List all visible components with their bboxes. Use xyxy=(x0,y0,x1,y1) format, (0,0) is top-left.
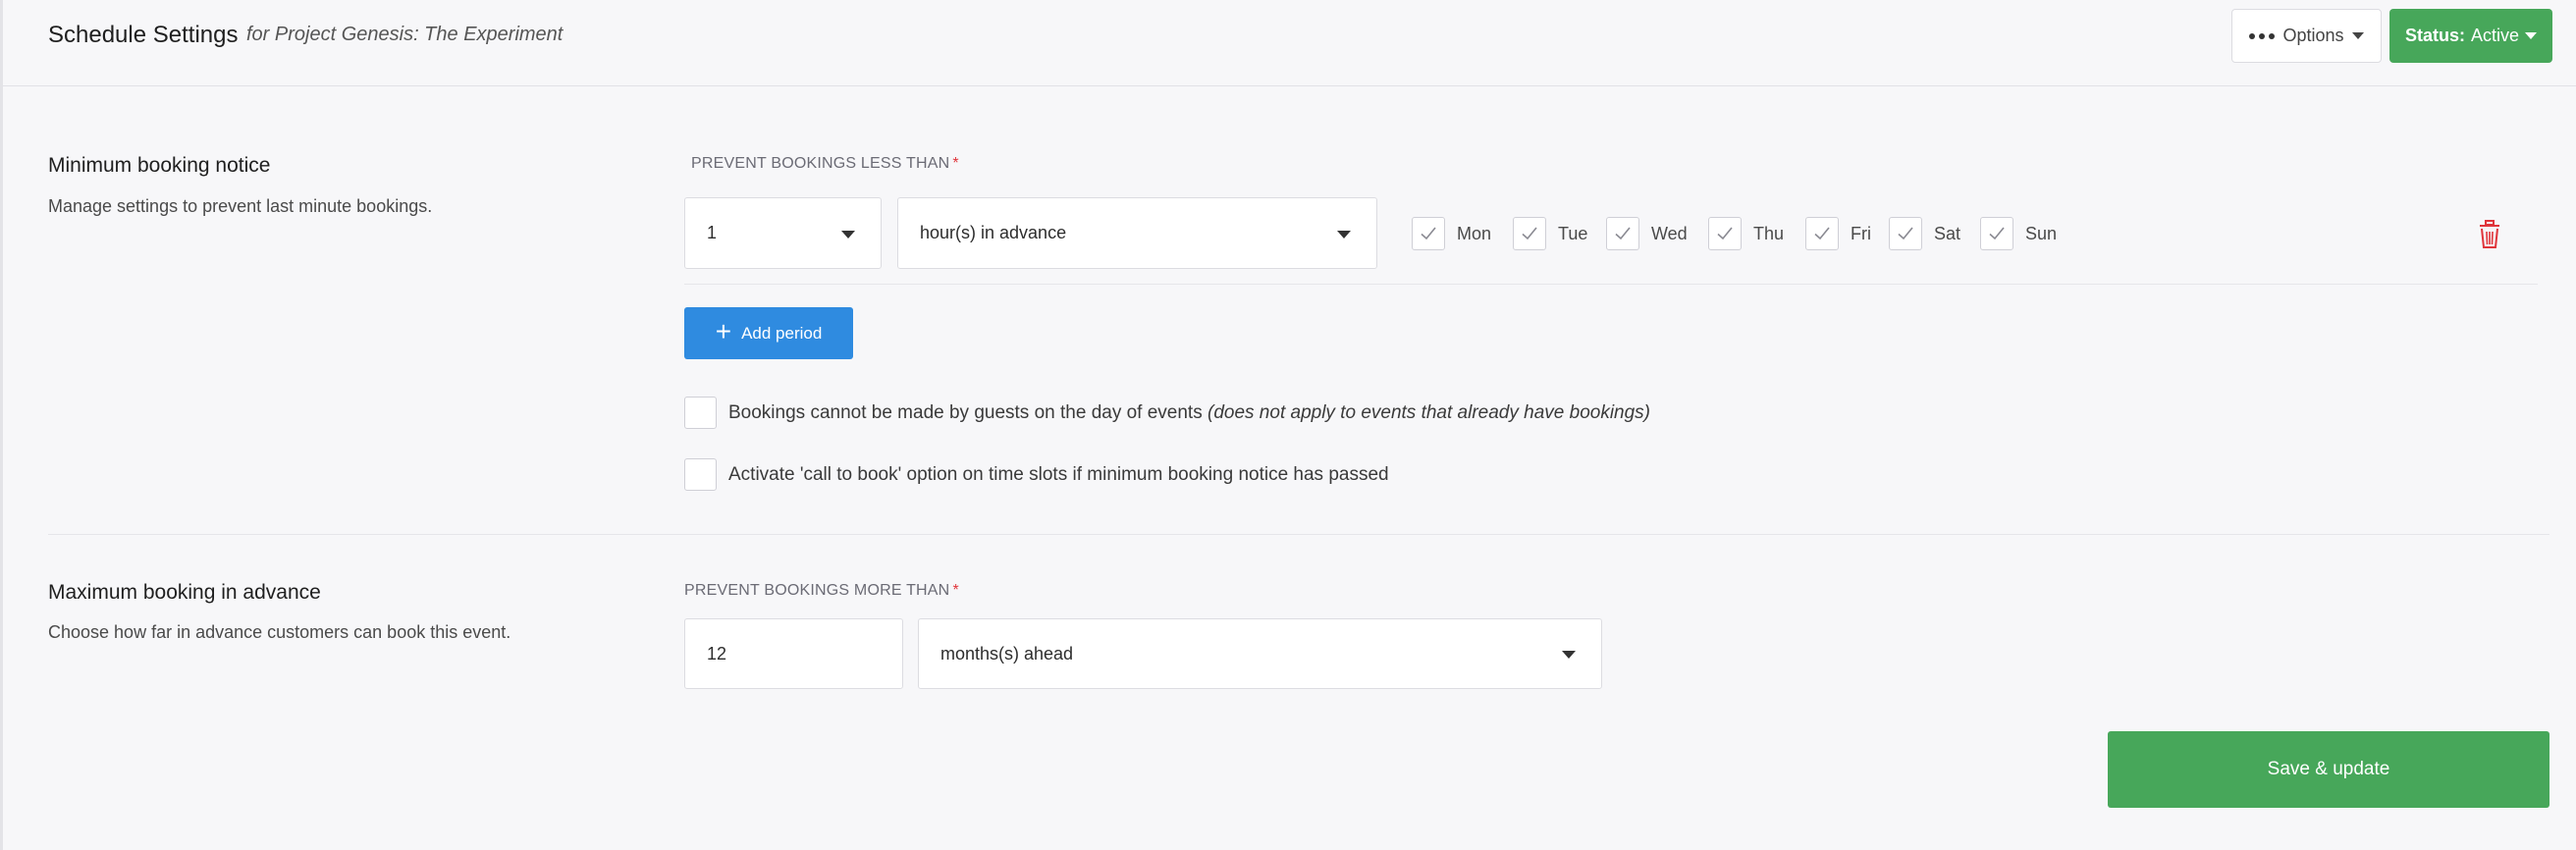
minimum-unit-value: hour(s) in advance xyxy=(920,223,1067,242)
minimum-field-label: PREVENT BOOKINGS LESS THAN * xyxy=(691,155,959,173)
maximum-amount-value: 12 xyxy=(707,643,727,664)
chevron-down-icon xyxy=(2351,32,2364,39)
required-asterisk: * xyxy=(952,155,959,172)
page-header: Schedule Settings for Project Genesis: T… xyxy=(3,0,2576,86)
check-icon xyxy=(1717,227,1733,240)
weekday-label: Thu xyxy=(1753,223,1785,243)
call-to-book-label: Activate 'call to book' option on time s… xyxy=(728,463,1389,485)
chevron-down-icon xyxy=(1562,651,1576,659)
maximum-amount-input[interactable]: 12 xyxy=(684,618,903,689)
page-title: Schedule Settings xyxy=(48,22,239,48)
check-icon xyxy=(1615,227,1631,240)
maximum-unit-select[interactable]: months(s) ahead xyxy=(918,618,1602,689)
weekday-label: Sun xyxy=(2025,223,2058,243)
trash-icon[interactable] xyxy=(2477,220,2502,249)
chevron-down-icon xyxy=(2525,32,2538,39)
weekday-option-mon[interactable]: Mon xyxy=(1412,217,1491,250)
weekday-checkbox[interactable] xyxy=(1606,217,1639,250)
maximum-unit-value: months(s) ahead xyxy=(940,643,1074,664)
weekday-checkbox[interactable] xyxy=(1805,217,1839,250)
minimum-notice-description: Manage settings to prevent last minute b… xyxy=(48,196,433,216)
maximum-field-label: PREVENT BOOKINGS MORE THAN * xyxy=(684,582,959,600)
section-divider xyxy=(48,534,2549,535)
weekday-label: Fri xyxy=(1851,223,1871,243)
weekday-label: Mon xyxy=(1457,223,1492,243)
weekday-label: Tue xyxy=(1558,223,1588,243)
weekday-option-sat[interactable]: Sat xyxy=(1889,217,1960,250)
maximum-field-label-text: PREVENT BOOKINGS MORE THAN xyxy=(684,582,950,599)
save-update-button[interactable]: Save & update xyxy=(2108,731,2549,808)
weekday-option-thu[interactable]: Thu xyxy=(1708,217,1784,250)
options-button-label: Options xyxy=(2282,26,2344,45)
weekday-option-sun[interactable]: Sun xyxy=(1980,217,2057,250)
weekday-checkbox[interactable] xyxy=(1889,217,1922,250)
status-dropdown-button[interactable]: Status: Active xyxy=(2389,9,2552,63)
more-dots-icon xyxy=(2249,32,2276,39)
check-icon xyxy=(1421,227,1436,240)
same-day-text: Bookings cannot be made by guests on the… xyxy=(728,401,1203,423)
check-icon xyxy=(1522,227,1537,240)
weekday-option-tue[interactable]: Tue xyxy=(1513,217,1587,250)
weekday-option-fri[interactable]: Fri xyxy=(1805,217,1871,250)
check-icon xyxy=(1814,227,1830,240)
check-icon xyxy=(1989,227,2005,240)
call-to-book-option[interactable]: Activate 'call to book' option on time s… xyxy=(684,458,1389,491)
call-to-book-checkbox[interactable] xyxy=(684,458,717,491)
minimum-field-label-text: PREVENT BOOKINGS LESS THAN xyxy=(691,155,950,172)
row-divider xyxy=(684,284,2538,285)
options-button[interactable]: Options xyxy=(2231,9,2382,63)
chevron-down-icon xyxy=(1337,230,1351,239)
same-day-note: (does not apply to events that already h… xyxy=(1208,401,1651,423)
minimum-notice-title: Minimum booking notice xyxy=(48,154,271,177)
minimum-unit-select[interactable]: hour(s) in advance xyxy=(897,197,1377,269)
same-day-option[interactable]: Bookings cannot be made by guests on the… xyxy=(684,397,1650,429)
weekday-option-wed[interactable]: Wed xyxy=(1606,217,1688,250)
status-prefix: Status: xyxy=(2404,26,2465,45)
weekday-checkbox[interactable] xyxy=(1412,217,1445,250)
minimum-amount-select[interactable]: 1 xyxy=(684,197,882,269)
status-value: Active xyxy=(2470,26,2520,45)
chevron-down-icon xyxy=(841,230,855,239)
weekday-checkbox[interactable] xyxy=(1980,217,2013,250)
weekday-label: Wed xyxy=(1651,223,1688,243)
weekday-label: Sat xyxy=(1934,223,1961,243)
add-period-button[interactable]: + Add period xyxy=(684,307,853,359)
page-subtitle: for Project Genesis: The Experiment xyxy=(246,24,564,45)
weekday-checkbox[interactable] xyxy=(1708,217,1742,250)
add-period-label: Add period xyxy=(741,323,823,343)
same-day-option-label: Bookings cannot be made by guests on the… xyxy=(728,402,1650,424)
check-icon xyxy=(1898,227,1913,240)
same-day-checkbox[interactable] xyxy=(684,397,717,429)
maximum-booking-description: Choose how far in advance customers can … xyxy=(48,622,511,642)
maximum-booking-title: Maximum booking in advance xyxy=(48,581,321,604)
left-edge-rule xyxy=(0,0,3,850)
plus-icon: + xyxy=(715,316,732,346)
weekday-checkbox[interactable] xyxy=(1513,217,1546,250)
required-asterisk: * xyxy=(952,582,959,599)
minimum-amount-value: 1 xyxy=(707,223,718,242)
